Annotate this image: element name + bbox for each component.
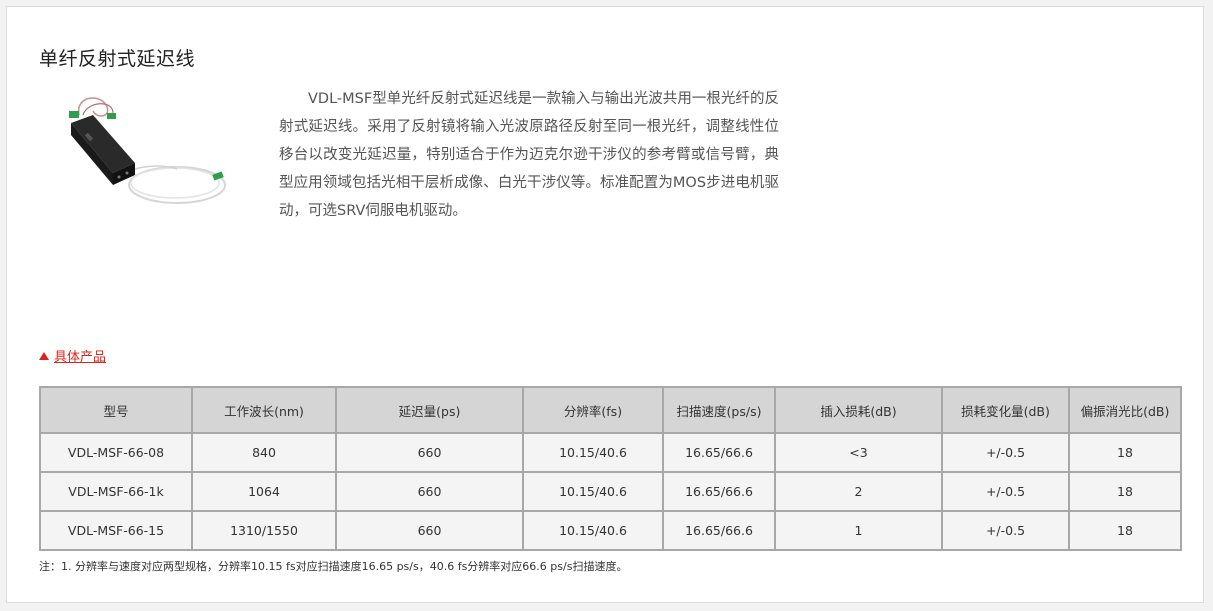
cell-resolution: 10.15/40.6 [522,510,664,551]
cell-loss-variation: +/-0.5 [941,471,1070,512]
cell-model: VDL-MSF-66-1k [39,471,193,512]
cell-resolution: 10.15/40.6 [522,471,664,512]
spec-table: 型号 工作波长(nm) 延迟量(ps) 分辨率(fs) 扫描速度(ps/s) 插… [39,386,1182,551]
cell-loss-variation: +/-0.5 [941,510,1070,551]
cell-insertion-loss: 2 [774,471,943,512]
cell-wavelength: 1064 [191,471,337,512]
cell-delay: 660 [335,510,524,551]
cell-insertion-loss: 1 [774,510,943,551]
cell-extinction-ratio: 18 [1068,471,1182,512]
header-scan-speed: 扫描速度(ps/s) [662,386,776,434]
page-title: 单纤反射式延迟线 [39,48,196,70]
fiber-delay-line-device-icon [69,97,226,204]
header-insertion-loss: 插入损耗(dB) [774,386,943,434]
cell-scan-speed: 16.65/66.6 [662,432,776,473]
cell-loss-variation: +/-0.5 [941,432,1070,473]
cell-scan-speed: 16.65/66.6 [662,471,776,512]
header-wavelength: 工作波长(nm) [191,386,337,434]
table-header-row: 型号 工作波长(nm) 延迟量(ps) 分辨率(fs) 扫描速度(ps/s) 插… [39,386,1182,434]
header-extinction-ratio: 偏振消光比(dB) [1068,386,1182,434]
cell-scan-speed: 16.65/66.6 [662,510,776,551]
triangle-up-icon [39,351,49,360]
cell-extinction-ratio: 18 [1068,432,1182,473]
cell-delay: 660 [335,471,524,512]
table-row: VDL-MSF-66-15 1310/1550 660 10.15/40.6 1… [39,510,1182,551]
product-description: VDL-MSF型单光纤反射式延迟线是一款输入与输出光波共用一根光纤的反射式延迟线… [279,91,779,219]
specific-products-label[interactable]: 具体产品 [54,346,106,365]
header-delay: 延迟量(ps) [335,386,524,434]
cell-wavelength: 840 [191,432,337,473]
table-footnote: 注：1. 分辨率与速度对应两型规格，分辨率10.15 fs对应扫描速度16.65… [39,560,628,573]
cell-extinction-ratio: 18 [1068,510,1182,551]
content-card: 单纤反射式延迟线 VDL-MSF型单光纤反射式延迟线是一款输入与输出光波共用一根… [6,6,1204,603]
table-row: VDL-MSF-66-1k 1064 660 10.15/40.6 16.65/… [39,471,1182,512]
header-model: 型号 [39,386,193,434]
cell-resolution: 10.15/40.6 [522,432,664,473]
cell-wavelength: 1310/1550 [191,510,337,551]
header-resolution: 分辨率(fs) [522,386,664,434]
cell-model: VDL-MSF-66-08 [39,432,193,473]
cell-insertion-loss: <3 [774,432,943,473]
specific-products-link[interactable]: 具体产品 [39,346,106,365]
cell-delay: 660 [335,432,524,473]
cell-model: VDL-MSF-66-15 [39,510,193,551]
table-row: VDL-MSF-66-08 840 660 10.15/40.6 16.65/6… [39,432,1182,473]
header-loss-variation: 损耗变化量(dB) [941,386,1070,434]
